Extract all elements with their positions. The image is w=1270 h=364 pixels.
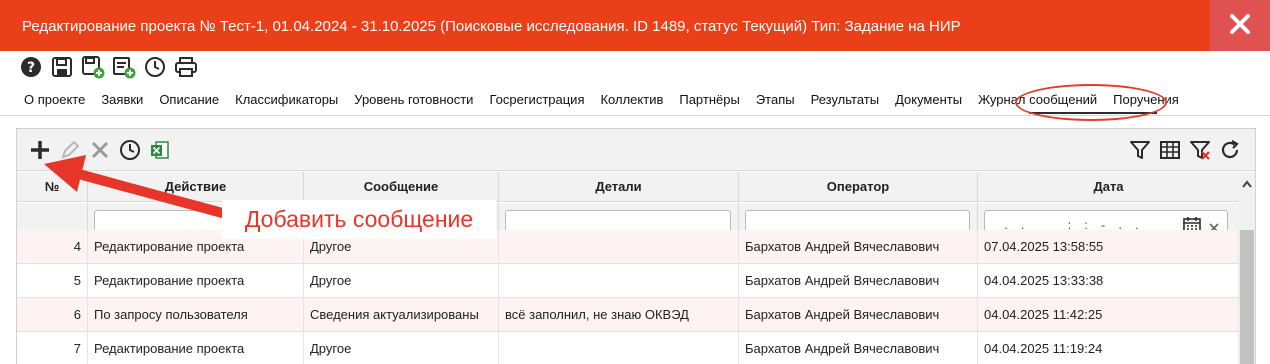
cell-date: 07.04.2025 13:58:55 xyxy=(978,230,1239,264)
tab-message-log[interactable]: Журнал сообщений xyxy=(970,86,1105,115)
tab-readiness[interactable]: Уровень готовности xyxy=(346,86,481,115)
scroll-up-icon[interactable] xyxy=(1242,176,1252,191)
table-row[interactable]: 7 Редактирование проекта Другое Бархатов… xyxy=(17,332,1239,364)
cell-date: 04.04.2025 11:42:25 xyxy=(978,298,1239,332)
close-button[interactable] xyxy=(1210,0,1270,51)
cell-number: 7 xyxy=(17,332,88,364)
excel-icon xyxy=(149,139,171,164)
refresh-button[interactable] xyxy=(1217,138,1243,164)
save-icon[interactable] xyxy=(49,54,75,80)
tab-registration[interactable]: Госрегистрация xyxy=(481,86,592,115)
tab-classifiers[interactable]: Классификаторы xyxy=(227,86,346,115)
table-row[interactable]: 4 Редактирование проекта Другое Бархатов… xyxy=(17,230,1239,264)
history-button[interactable] xyxy=(117,138,143,164)
cell-operator: Бархатов Андрей Вячеславович xyxy=(739,298,978,332)
delete-button[interactable] xyxy=(87,138,113,164)
history-icon[interactable] xyxy=(142,54,168,80)
tab-documents[interactable]: Документы xyxy=(887,86,970,115)
message-log-grid: № Действие Сообщение Детали Оператор Дат… xyxy=(16,128,1256,364)
tab-partners[interactable]: Партнёры xyxy=(671,86,747,115)
tab-team[interactable]: Коллектив xyxy=(592,86,671,115)
cell-date: 04.04.2025 11:19:24 xyxy=(978,332,1239,364)
cell-message: Сведения актуализированы xyxy=(304,298,499,332)
tab-applications[interactable]: Заявки xyxy=(93,86,151,115)
cell-action: Редактирование проекта xyxy=(88,332,304,364)
title-bar: Редактирование проекта № Тест-1, 01.04.2… xyxy=(0,0,1270,51)
column-header-details[interactable]: Детали xyxy=(499,172,739,202)
help-icon[interactable]: ? xyxy=(18,54,44,80)
tab-about[interactable]: О проекте xyxy=(16,86,93,115)
table-icon xyxy=(1159,139,1181,164)
svg-text:?: ? xyxy=(27,60,35,76)
column-header-message[interactable]: Сообщение xyxy=(304,172,499,202)
scrollbar-thumb[interactable] xyxy=(1240,230,1254,364)
tab-stages[interactable]: Этапы xyxy=(748,86,803,115)
column-header-number[interactable]: № xyxy=(17,172,88,202)
cell-details xyxy=(499,264,739,298)
window-title: Редактирование проекта № Тест-1, 01.04.2… xyxy=(22,18,961,35)
cell-details xyxy=(499,230,739,264)
print-icon[interactable] xyxy=(173,54,199,80)
plus-icon xyxy=(29,139,51,164)
save-approve-icon[interactable] xyxy=(111,54,137,80)
cell-details xyxy=(499,332,739,364)
refresh-icon xyxy=(1219,139,1241,164)
table-row[interactable]: 5 Редактирование проекта Другое Бархатов… xyxy=(17,264,1239,298)
vertical-scrollbar[interactable] xyxy=(1239,172,1255,364)
column-header-operator[interactable]: Оператор xyxy=(739,172,978,202)
annotation-callout: Добавить сообщение xyxy=(222,200,496,239)
clock-icon xyxy=(119,139,141,164)
columns-button[interactable] xyxy=(1157,138,1183,164)
filter-icon xyxy=(1129,139,1151,164)
edit-button[interactable] xyxy=(57,138,83,164)
cell-message: Другое xyxy=(304,332,499,364)
active-tab-indicator xyxy=(1029,112,1157,114)
excel-export-button[interactable] xyxy=(147,138,173,164)
close-icon xyxy=(1229,13,1251,38)
table-row[interactable]: 6 По запросу пользователя Сведения актуа… xyxy=(17,298,1239,332)
grid-toolbar xyxy=(17,129,1255,171)
column-header-action[interactable]: Действие xyxy=(88,172,304,202)
column-header-date[interactable]: Дата xyxy=(978,172,1239,202)
tab-description[interactable]: Описание xyxy=(151,86,227,115)
cell-date: 04.04.2025 13:33:38 xyxy=(978,264,1239,298)
close-icon xyxy=(89,139,111,164)
pencil-icon xyxy=(59,139,81,164)
tab-results[interactable]: Результаты xyxy=(803,86,887,115)
cell-operator: Бархатов Андрей Вячеславович xyxy=(739,264,978,298)
cell-message: Другое xyxy=(304,264,499,298)
filter-clear-icon xyxy=(1189,139,1211,164)
cell-number: 5 xyxy=(17,264,88,298)
save-add-icon[interactable] xyxy=(80,54,106,80)
add-button[interactable] xyxy=(27,138,53,164)
filter-button[interactable] xyxy=(1127,138,1153,164)
tab-assignments[interactable]: Поручения xyxy=(1105,86,1187,115)
cell-operator: Бархатов Андрей Вячеславович xyxy=(739,230,978,264)
cell-action: Редактирование проекта xyxy=(88,264,304,298)
cell-number: 6 xyxy=(17,298,88,332)
cell-number: 4 xyxy=(17,230,88,264)
main-toolbar: ? xyxy=(18,54,199,80)
cell-action: По запросу пользователя xyxy=(88,298,304,332)
grid-header: № Действие Сообщение Детали Оператор Дат… xyxy=(17,172,1239,202)
cell-operator: Бархатов Андрей Вячеславович xyxy=(739,332,978,364)
cell-details: всё заполнил, не знаю ОКВЭД xyxy=(499,298,739,332)
clear-filter-button[interactable] xyxy=(1187,138,1213,164)
